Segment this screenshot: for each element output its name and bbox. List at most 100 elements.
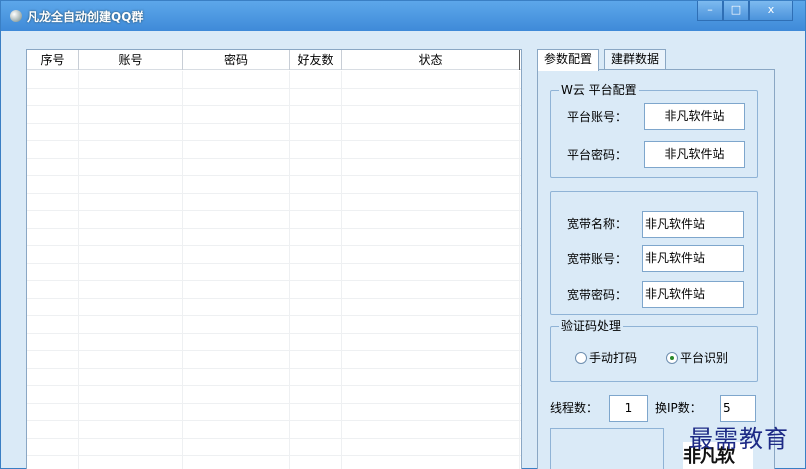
table-row[interactable] bbox=[27, 106, 521, 124]
table-cell bbox=[27, 281, 79, 299]
table-cell bbox=[342, 456, 520, 469]
table-cell bbox=[183, 316, 290, 334]
title-bar[interactable]: 凡龙全自动创建QQ群 – □ x bbox=[1, 1, 805, 31]
minimize-button[interactable]: – bbox=[697, 1, 723, 21]
tab-group-data[interactable]: 建群数据 bbox=[604, 49, 667, 70]
captcha-input-area[interactable] bbox=[550, 428, 664, 469]
captcha-platform-radio[interactable] bbox=[666, 352, 678, 364]
table-cell bbox=[79, 351, 183, 369]
table-cell bbox=[27, 333, 79, 351]
table-row[interactable] bbox=[27, 368, 521, 386]
platform-password-field[interactable]: 非凡软件站 bbox=[644, 141, 745, 168]
table-row[interactable] bbox=[27, 298, 521, 316]
maximize-button[interactable]: □ bbox=[723, 1, 749, 21]
table-cell bbox=[342, 421, 520, 439]
main-window: 凡龙全自动创建QQ群 – □ x 序号 账号 密码 好友数 状态 参数配置 建群… bbox=[0, 0, 806, 469]
table-cell bbox=[183, 403, 290, 421]
list-body[interactable] bbox=[27, 71, 521, 469]
table-row[interactable] bbox=[27, 281, 521, 299]
table-cell bbox=[79, 106, 183, 124]
table-row[interactable] bbox=[27, 246, 521, 264]
table-row[interactable] bbox=[27, 158, 521, 176]
table-cell bbox=[79, 228, 183, 246]
table-cell bbox=[342, 298, 520, 316]
table-cell bbox=[79, 211, 183, 229]
ip-change-input[interactable]: 5 bbox=[720, 395, 756, 422]
close-button[interactable]: x bbox=[749, 1, 793, 21]
table-cell bbox=[27, 368, 79, 386]
platform-account-field[interactable]: 非凡软件站 bbox=[644, 103, 745, 130]
thread-count-label: 线程数： bbox=[550, 401, 599, 415]
captcha-group-title: 验证码处理 bbox=[559, 319, 624, 333]
table-cell bbox=[290, 123, 342, 141]
table-row[interactable] bbox=[27, 438, 521, 456]
table-row[interactable] bbox=[27, 176, 521, 194]
table-row[interactable] bbox=[27, 141, 521, 159]
table-cell bbox=[342, 88, 520, 106]
table-cell bbox=[27, 351, 79, 369]
table-cell bbox=[290, 246, 342, 264]
broadband-name-label: 宽带名称： bbox=[567, 217, 628, 231]
captcha-manual-label[interactable]: 手动打码 bbox=[589, 350, 637, 366]
captcha-manual-radio[interactable] bbox=[575, 352, 587, 364]
column-header-password[interactable]: 密码 bbox=[183, 50, 290, 70]
table-row[interactable] bbox=[27, 456, 521, 469]
broadband-password-label: 宽带密码： bbox=[567, 288, 628, 302]
account-list[interactable]: 序号 账号 密码 好友数 状态 bbox=[26, 49, 522, 469]
table-cell bbox=[183, 106, 290, 124]
table-row[interactable] bbox=[27, 263, 521, 281]
tab-params[interactable]: 参数配置 bbox=[537, 49, 600, 71]
table-row[interactable] bbox=[27, 88, 521, 106]
platform-password-label: 平台密码： bbox=[567, 148, 628, 162]
table-cell bbox=[79, 368, 183, 386]
platform-config-title: W云 平台配置 bbox=[559, 83, 639, 97]
window-title: 凡龙全自动创建QQ群 bbox=[27, 10, 144, 24]
broadband-account-field[interactable]: 非凡软件站 bbox=[642, 245, 744, 272]
table-row[interactable] bbox=[27, 403, 521, 421]
column-header-account[interactable]: 账号 bbox=[79, 50, 183, 70]
thread-count-input[interactable]: 1 bbox=[609, 395, 648, 422]
broadband-account-label: 宽带账号： bbox=[567, 252, 628, 266]
table-cell bbox=[290, 368, 342, 386]
table-cell bbox=[290, 438, 342, 456]
table-cell bbox=[290, 456, 342, 469]
table-cell bbox=[27, 386, 79, 404]
table-row[interactable] bbox=[27, 316, 521, 334]
table-row[interactable] bbox=[27, 386, 521, 404]
table-cell bbox=[290, 351, 342, 369]
table-cell bbox=[342, 386, 520, 404]
table-row[interactable] bbox=[27, 351, 521, 369]
table-cell bbox=[290, 193, 342, 211]
table-cell bbox=[290, 228, 342, 246]
table-cell bbox=[342, 141, 520, 159]
column-header-index[interactable]: 序号 bbox=[27, 50, 79, 70]
table-cell bbox=[342, 246, 520, 264]
broadband-password-field[interactable]: 非凡软件站 bbox=[642, 281, 744, 308]
table-row[interactable] bbox=[27, 228, 521, 246]
table-row[interactable] bbox=[27, 211, 521, 229]
table-row[interactable] bbox=[27, 421, 521, 439]
table-cell bbox=[183, 298, 290, 316]
column-header-status[interactable]: 状态 bbox=[342, 50, 520, 70]
table-cell bbox=[27, 193, 79, 211]
table-cell bbox=[79, 421, 183, 439]
captcha-platform-label[interactable]: 平台识别 bbox=[680, 350, 728, 366]
table-cell bbox=[342, 403, 520, 421]
table-cell bbox=[27, 228, 79, 246]
table-cell bbox=[27, 211, 79, 229]
table-cell bbox=[183, 386, 290, 404]
table-cell bbox=[27, 246, 79, 264]
table-row[interactable] bbox=[27, 333, 521, 351]
table-row[interactable] bbox=[27, 123, 521, 141]
broadband-name-field[interactable]: 非凡软件站 bbox=[642, 211, 744, 238]
table-row[interactable] bbox=[27, 71, 521, 89]
table-cell bbox=[183, 351, 290, 369]
table-row[interactable] bbox=[27, 193, 521, 211]
table-cell bbox=[290, 281, 342, 299]
table-cell bbox=[183, 456, 290, 469]
table-cell bbox=[79, 403, 183, 421]
table-cell bbox=[290, 158, 342, 176]
table-cell bbox=[27, 316, 79, 334]
table-cell bbox=[183, 158, 290, 176]
column-header-friends[interactable]: 好友数 bbox=[290, 50, 342, 70]
